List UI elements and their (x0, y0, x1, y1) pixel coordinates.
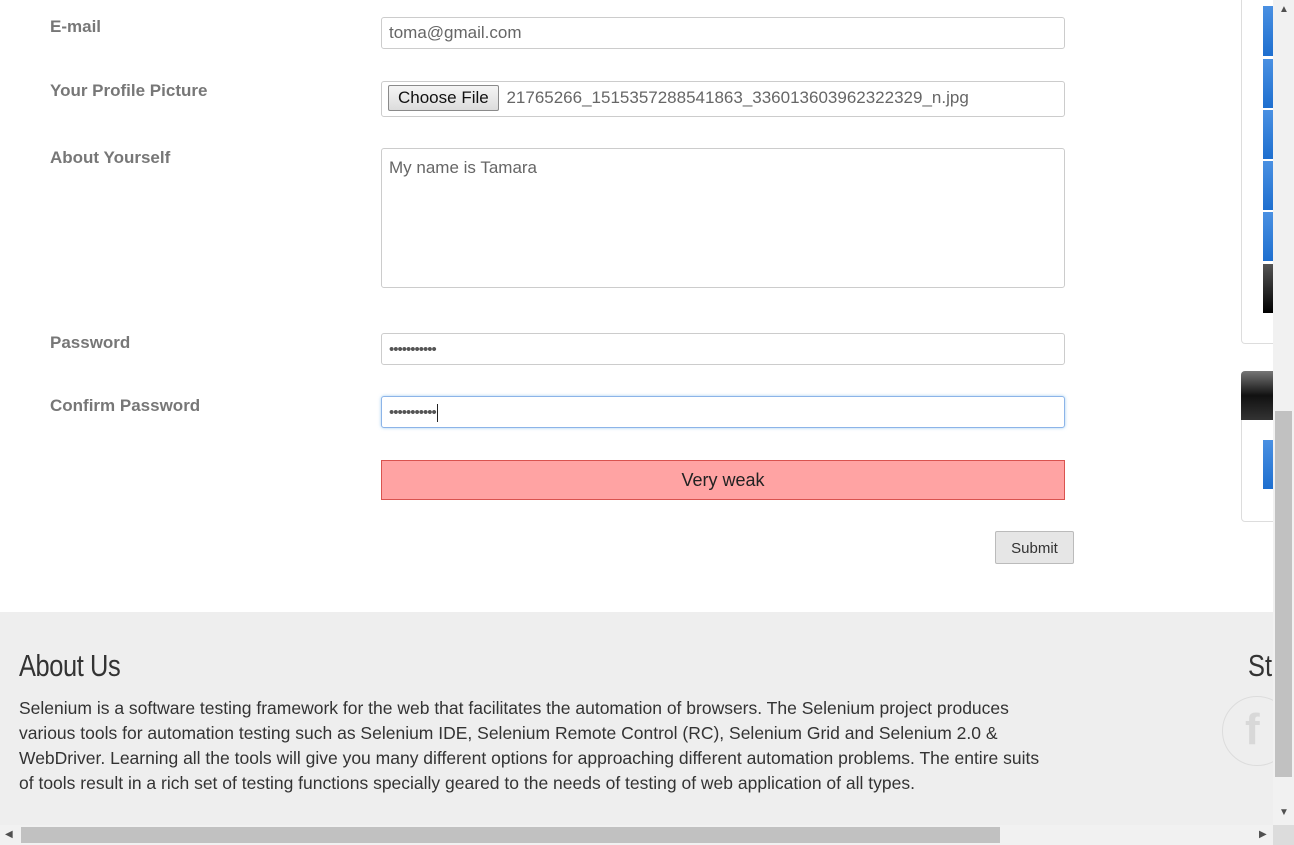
about-yourself-label: About Yourself (50, 148, 171, 167)
sidebar-widget-header (1241, 371, 1273, 420)
about-us-text: Selenium is a software testing framework… (19, 698, 1040, 793)
text-caret (436, 403, 438, 422)
email-field[interactable]: toma@gmail.com (381, 17, 1065, 49)
scroll-up-arrow-icon[interactable]: ▲ (1279, 5, 1289, 15)
selected-file-name: 21765266_1515357288541863_33601360396232… (506, 88, 969, 107)
sidebar-tile[interactable] (1263, 161, 1273, 210)
sidebar-tile[interactable] (1263, 212, 1273, 261)
scrollbar-corner (1273, 825, 1294, 845)
password-value: ••••••••••• (389, 341, 437, 358)
horizontal-scroll-thumb[interactable] (21, 827, 1000, 843)
sidebar-tile[interactable] (1263, 59, 1273, 108)
password-label: Password (50, 333, 131, 352)
email-value: toma@gmail.com (389, 23, 522, 42)
footer: About Us Selenium is a software testing … (0, 612, 1273, 825)
confirm-password-value: ••••••••••• (389, 404, 437, 421)
sidebar-tile[interactable] (1263, 440, 1273, 489)
submit-button[interactable]: Submit (995, 531, 1074, 564)
about-us-heading: About Us (19, 648, 121, 683)
email-label: E-mail (50, 17, 102, 36)
profile-picture-input[interactable]: Choose File 21765266_1515357288541863_33… (381, 81, 1065, 117)
about-yourself-textarea[interactable]: My name is Tamara (381, 148, 1065, 288)
sidebar-tile[interactable] (1263, 110, 1273, 159)
confirm-password-field[interactable]: ••••••••••• (381, 396, 1065, 428)
sidebar-tile[interactable] (1263, 6, 1273, 56)
scroll-left-arrow-icon[interactable]: ◀ (5, 830, 13, 840)
scroll-right-arrow-icon[interactable]: ▶ (1259, 830, 1267, 840)
social-heading: St (1248, 648, 1273, 683)
facebook-icon[interactable]: f (1222, 696, 1273, 766)
profile-picture-label: Your Profile Picture (50, 81, 208, 100)
password-field[interactable]: ••••••••••• (381, 333, 1065, 365)
scroll-down-arrow-icon[interactable]: ▼ (1279, 808, 1289, 818)
vertical-scroll-thumb[interactable] (1275, 411, 1292, 777)
choose-file-button[interactable]: Choose File (388, 85, 499, 111)
confirm-password-label: Confirm Password (50, 396, 201, 415)
about-yourself-value: My name is Tamara (389, 158, 538, 177)
password-strength-indicator: Very weak (381, 460, 1065, 500)
sidebar-tile[interactable] (1263, 264, 1273, 313)
